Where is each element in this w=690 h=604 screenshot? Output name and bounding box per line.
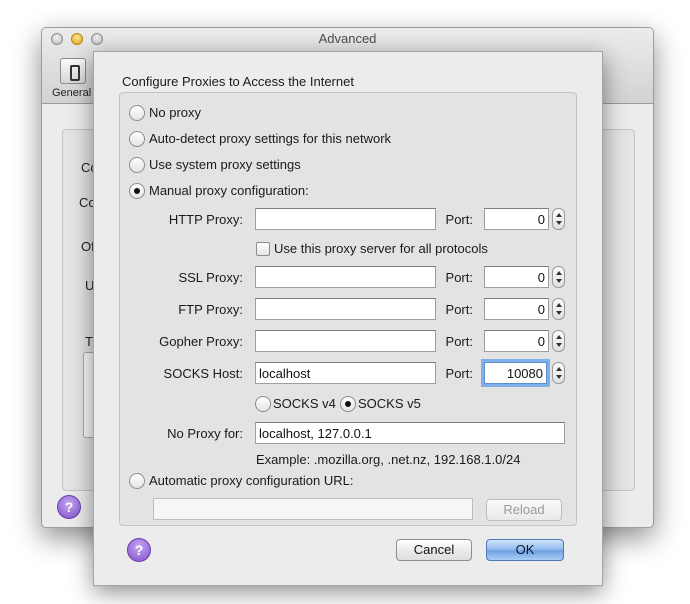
manual-proxy-radio[interactable] xyxy=(129,183,145,199)
socks-v5-label: SOCKS v5 xyxy=(358,396,421,411)
auto-detect-radio[interactable] xyxy=(129,131,145,147)
ssl-proxy-input[interactable] xyxy=(255,266,436,288)
toolbar-item-label: General xyxy=(52,87,92,99)
no-proxy-for-label: No Proxy for: xyxy=(167,426,243,441)
obscured-label: T xyxy=(85,334,93,349)
cancel-button[interactable]: Cancel xyxy=(396,539,472,561)
ftp-port-stepper[interactable] xyxy=(552,298,565,320)
http-proxy-label: HTTP Proxy: xyxy=(168,212,243,227)
general-switch-icon xyxy=(60,58,86,84)
ftp-port-input[interactable] xyxy=(484,298,549,320)
use-for-all-label: Use this proxy server for all protocols xyxy=(274,241,488,256)
ssl-proxy-label: SSL Proxy: xyxy=(178,270,243,285)
gopher-port-input[interactable] xyxy=(484,330,549,352)
reload-button[interactable]: Reload xyxy=(486,499,562,521)
gopher-proxy-input[interactable] xyxy=(255,330,436,352)
http-proxy-input[interactable] xyxy=(255,208,436,230)
http-port-label: Port: xyxy=(445,212,473,227)
auto-detect-label: Auto-detect proxy settings for this netw… xyxy=(149,131,392,146)
no-proxy-example-text: Example: .mozilla.org, .net.nz, 192.168.… xyxy=(256,452,521,467)
socks-host-label: SOCKS Host: xyxy=(163,366,243,381)
auto-config-url-radio[interactable] xyxy=(129,473,145,489)
ssl-port-input[interactable] xyxy=(484,266,549,288)
no-proxy-label: No proxy xyxy=(149,105,202,120)
auto-config-url-input[interactable] xyxy=(153,498,473,520)
http-port-input[interactable] xyxy=(484,208,549,230)
proxy-settings-dialog: Configure Proxies to Access the Internet… xyxy=(93,51,603,586)
use-for-all-checkbox[interactable] xyxy=(256,242,270,256)
http-port-stepper[interactable] xyxy=(552,208,565,230)
ssl-port-label: Port: xyxy=(445,270,473,285)
gopher-port-stepper[interactable] xyxy=(552,330,565,352)
socks-v5-radio[interactable] xyxy=(340,396,356,412)
no-proxy-for-input[interactable] xyxy=(255,422,565,444)
manual-proxy-label: Manual proxy configuration: xyxy=(149,183,309,198)
system-proxy-label: Use system proxy settings xyxy=(149,157,301,172)
dialog-title: Configure Proxies to Access the Internet xyxy=(122,74,354,89)
ok-button[interactable]: OK xyxy=(486,539,564,561)
gopher-port-label: Port: xyxy=(445,334,473,349)
socks-port-stepper[interactable] xyxy=(552,362,565,384)
system-proxy-radio[interactable] xyxy=(129,157,145,173)
socks-port-input[interactable] xyxy=(484,362,547,384)
ftp-port-label: Port: xyxy=(445,302,473,317)
background-help-button[interactable]: ? xyxy=(57,495,81,519)
socks-port-label: Port: xyxy=(445,366,473,381)
socks-host-input[interactable] xyxy=(255,362,436,384)
ftp-proxy-label: FTP Proxy: xyxy=(178,302,243,317)
window-title: Advanced xyxy=(318,31,377,46)
gopher-proxy-label: Gopher Proxy: xyxy=(159,334,243,349)
no-proxy-radio[interactable] xyxy=(129,105,145,121)
ssl-port-stepper[interactable] xyxy=(552,266,565,288)
ftp-proxy-input[interactable] xyxy=(255,298,436,320)
auto-config-url-label: Automatic proxy configuration URL: xyxy=(149,473,354,488)
help-button[interactable]: ? xyxy=(127,538,151,562)
socks-v4-label: SOCKS v4 xyxy=(273,396,336,411)
socks-v4-radio[interactable] xyxy=(255,396,271,412)
